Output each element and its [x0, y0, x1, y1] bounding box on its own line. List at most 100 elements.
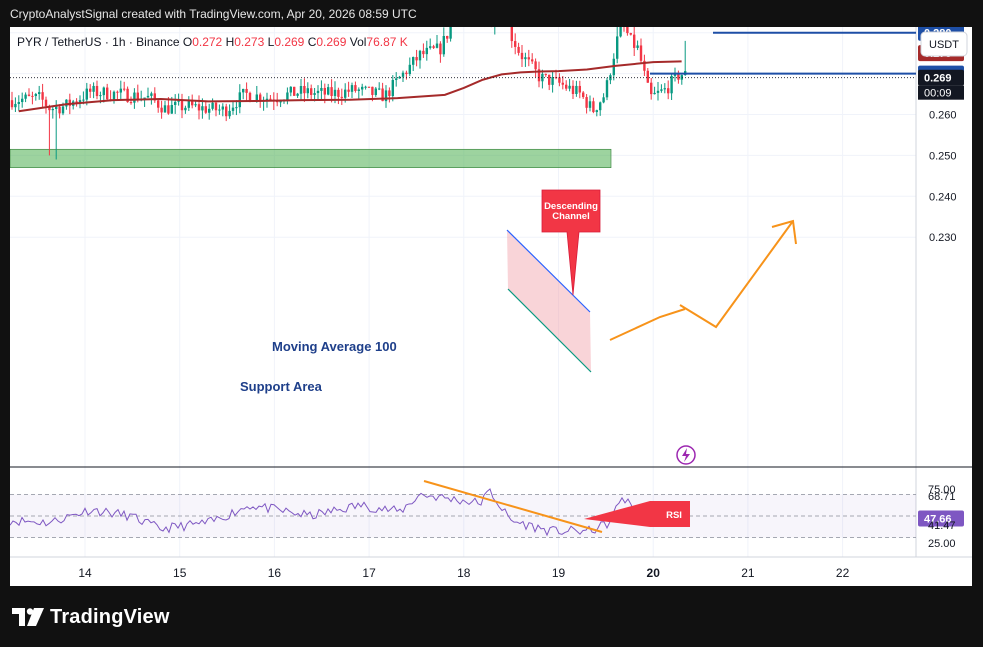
candle-body — [350, 85, 354, 92]
candle-body — [605, 80, 609, 98]
candle-body — [534, 61, 537, 70]
candle-body — [102, 87, 105, 96]
candle-body — [667, 88, 670, 94]
currency-button-label: USDT — [929, 39, 959, 51]
candle-body — [401, 72, 405, 77]
legend-part: 0.269 — [274, 35, 307, 49]
candle-body — [347, 89, 350, 92]
candle-body — [61, 106, 65, 114]
candle-body — [160, 107, 163, 113]
candle-body — [85, 88, 88, 100]
candle-body — [245, 88, 248, 93]
candle-body — [548, 74, 551, 85]
candle-body — [432, 46, 435, 48]
candle-body — [514, 41, 517, 47]
candle-body — [58, 106, 61, 114]
candle-body — [361, 86, 364, 90]
candle-body — [374, 88, 377, 95]
candle-body — [180, 100, 184, 111]
candle-body — [415, 57, 418, 61]
time-tick-label: 19 — [552, 566, 566, 580]
chart-canvas[interactable]: Support AreaMoving Average 100Descending… — [10, 27, 972, 586]
candle-body — [31, 95, 34, 97]
legend-part: O — [183, 35, 192, 49]
candle-body — [418, 50, 422, 61]
candle-body — [242, 88, 245, 93]
rsi-value-label: 41.47 — [928, 520, 956, 532]
candle-body — [663, 88, 666, 90]
candle-body — [429, 46, 432, 48]
candle-body — [364, 86, 367, 88]
time-tick-label: 16 — [268, 566, 282, 580]
time-tick-label: 20 — [647, 566, 661, 580]
legend-part: C — [308, 35, 317, 49]
candle-body — [629, 33, 632, 35]
candle-body — [405, 72, 408, 75]
candle-body — [92, 85, 95, 92]
candle-body — [337, 89, 340, 97]
chart-frame[interactable]: Support Area Moving Average 100 Descending… — [10, 27, 972, 586]
rsi-tick-label: 25.00 — [928, 538, 956, 550]
attribution-text: CryptoAnalystSignal created with Trading… — [10, 7, 417, 21]
candle-body — [408, 64, 411, 75]
projection-line-1 — [609, 308, 686, 341]
candle-body — [51, 109, 54, 111]
tradingview-logo[interactable]: TradingView — [12, 604, 170, 630]
candle-body — [269, 98, 272, 100]
candle-body — [344, 89, 347, 98]
time-tick-label: 15 — [173, 566, 187, 580]
candle-body — [293, 86, 296, 96]
candle-body — [313, 93, 316, 95]
candle-body — [197, 104, 201, 111]
candle-body — [44, 99, 48, 107]
price-tick-label: 0.230 — [929, 232, 957, 244]
time-tick-label: 17 — [362, 566, 376, 580]
candle-body — [55, 106, 58, 110]
candle-body — [435, 43, 439, 48]
candle-body — [650, 82, 653, 95]
candle-body — [626, 27, 629, 34]
candle-body — [221, 106, 224, 110]
candle-body — [323, 87, 326, 95]
candle-body — [286, 92, 289, 100]
candle-body — [38, 92, 41, 95]
candle-body — [595, 110, 598, 113]
moving-average-label: Moving Average 100 — [272, 339, 397, 354]
channel-label-line2: Channel — [552, 211, 589, 222]
candle-body — [184, 107, 187, 111]
legend-part: H — [226, 35, 235, 49]
candle-body — [524, 57, 527, 60]
candle-body — [558, 77, 561, 83]
candle-body — [439, 43, 442, 55]
candle-body — [602, 97, 605, 103]
candle-body — [211, 102, 214, 109]
candle-body — [520, 52, 524, 60]
legend-part: 76.87 K — [366, 35, 407, 49]
candle-body — [296, 93, 299, 96]
price-tick-label: 0.250 — [929, 150, 957, 162]
candle-body — [320, 87, 323, 91]
candle-body — [112, 91, 116, 100]
candle-body — [599, 102, 602, 111]
candle-body — [575, 85, 578, 94]
countdown-text: 00:09 — [924, 88, 952, 100]
time-tick-label: 21 — [741, 566, 755, 580]
candle-body — [24, 94, 27, 99]
candle-body — [330, 87, 333, 97]
candle-body — [194, 104, 197, 106]
candle-body — [170, 104, 173, 114]
candle-body — [34, 94, 37, 97]
rsi-callout-label: RSI — [666, 510, 682, 521]
candle-body — [316, 90, 320, 94]
candle-body — [214, 102, 218, 111]
candle-body — [163, 105, 167, 113]
candle-body — [578, 85, 581, 93]
candle-body — [551, 77, 554, 85]
candle-body — [616, 36, 619, 59]
candle-body — [150, 93, 153, 96]
candle-body — [446, 35, 449, 39]
candle-body — [660, 89, 663, 91]
candle-body — [123, 88, 126, 90]
candle-body — [340, 96, 343, 98]
candle-body — [527, 57, 530, 60]
